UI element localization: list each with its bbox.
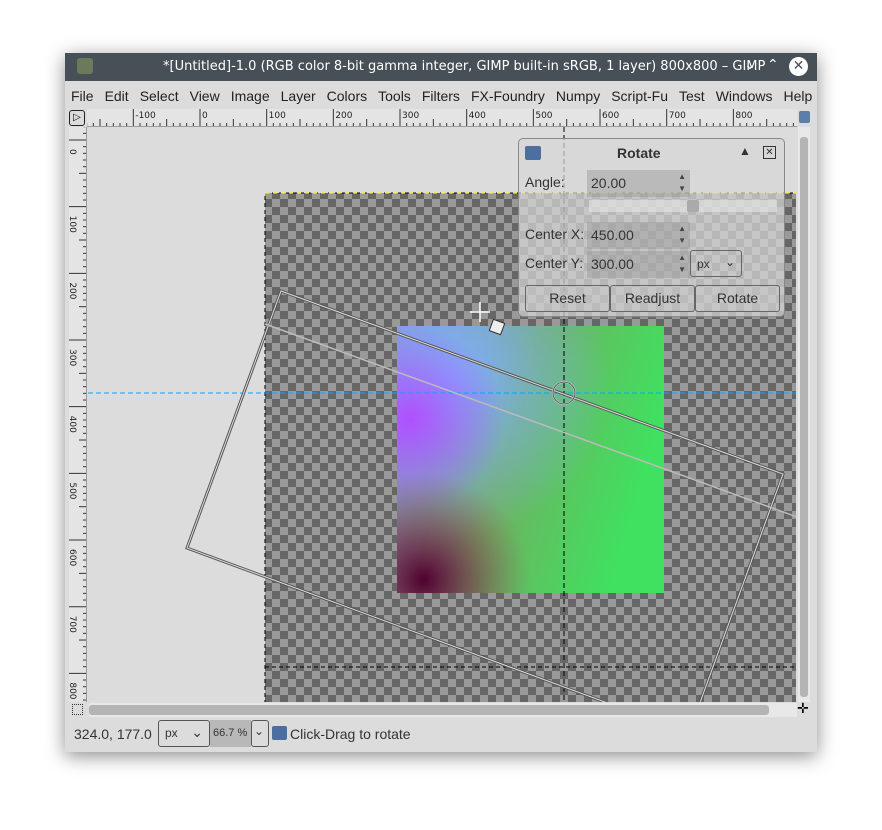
reset-button[interactable]: Reset xyxy=(525,285,610,312)
vertical-scrollbar[interactable] xyxy=(798,127,810,702)
readjust-button[interactable]: Readjust xyxy=(610,285,695,312)
ruler-label: 500 xyxy=(69,482,77,499)
chevron-down-icon: ⌄ xyxy=(724,255,735,269)
ruler-label: 600 xyxy=(69,549,77,566)
ruler-label: 700 xyxy=(669,111,686,121)
center-y-value: 300.00 xyxy=(591,256,634,272)
unit-value: px xyxy=(697,257,710,271)
menu-edit[interactable]: Edit xyxy=(99,81,134,109)
gimp-window: *[Untitled]-1.0 (RGB color 8-bit gamma i… xyxy=(65,53,817,752)
rotate-button[interactable]: Rotate xyxy=(695,285,780,312)
center-y-input[interactable]: 300.00 ▲ ▼ xyxy=(587,251,690,278)
menu-test[interactable]: Test xyxy=(673,81,710,109)
menu-help[interactable]: Help xyxy=(778,81,818,109)
angle-slider[interactable] xyxy=(589,200,777,212)
ruler-label: 800 xyxy=(735,111,752,121)
menu-image[interactable]: Image xyxy=(225,81,275,109)
status-bar: 324.0, 177.0 px ⌄ 66.7 % ⌄ Click-Drag to … xyxy=(65,720,817,750)
angle-label: Angle: xyxy=(525,174,565,190)
zoom-input[interactable]: 66.7 % xyxy=(210,720,251,747)
close-button[interactable]: ✕ xyxy=(789,57,808,76)
eject-icon[interactable]: ▲ xyxy=(739,144,751,158)
ruler-label: -100 xyxy=(135,111,156,121)
ruler-label: 200 xyxy=(335,111,352,121)
ruler-label: 500 xyxy=(535,111,552,121)
chevron-down-icon: ⌄ xyxy=(191,724,203,740)
spin-down-icon[interactable]: ▼ xyxy=(678,236,686,245)
ruler-label: 100 xyxy=(69,216,77,233)
menu-fx-foundry[interactable]: FX-Foundry xyxy=(465,81,550,109)
ruler-label: 200 xyxy=(69,282,77,299)
rotate-dialog: Rotate ▲ ✕ Angle: 20.00 ▲ ▼ Center X: 450.… xyxy=(518,138,785,317)
menu-script-fu[interactable]: Script-Fu xyxy=(605,81,673,109)
window-title: *[Untitled]-1.0 (RGB color 8-bit gamma i… xyxy=(163,59,766,74)
navigate-icon[interactable]: ✛ xyxy=(797,701,809,717)
angle-value: 20.00 xyxy=(591,175,627,191)
menu-tools[interactable]: Tools xyxy=(372,81,416,109)
ruler-label: 100 xyxy=(269,111,286,121)
menu-colors[interactable]: Colors xyxy=(321,81,372,109)
ruler-label: 300 xyxy=(69,349,77,366)
menu-file[interactable]: File xyxy=(65,81,99,109)
menu-numpy[interactable]: Numpy xyxy=(550,81,605,109)
quick-mask-toggle[interactable]: ▷ xyxy=(69,110,85,126)
ruler-label: 0 xyxy=(69,149,77,155)
ruler-label: 600 xyxy=(602,111,619,121)
ruler-label: 300 xyxy=(402,111,419,121)
unit-value: px xyxy=(165,726,178,740)
zoom-image-icon[interactable] xyxy=(799,111,810,123)
zoom-dropdown[interactable]: ⌄ xyxy=(251,720,269,747)
menu-select[interactable]: Select xyxy=(134,81,184,109)
spin-up-icon[interactable]: ▲ xyxy=(678,224,686,233)
status-message: Click-Drag to rotate xyxy=(290,726,411,742)
spin-up-icon[interactable]: ▲ xyxy=(678,172,686,181)
gimp-icon xyxy=(77,58,93,74)
spin-down-icon[interactable]: ▼ xyxy=(678,265,686,274)
ruler-label: 0 xyxy=(202,111,208,121)
center-x-value: 450.00 xyxy=(591,227,634,243)
layer-cloud xyxy=(397,326,664,593)
angle-input[interactable]: 20.00 ▲ ▼ xyxy=(587,170,690,197)
unit-select[interactable]: px ⌄ xyxy=(690,250,742,277)
horizontal-scrollbar[interactable] xyxy=(89,703,797,717)
menu-bar: File Edit Select View Image Layer Colors Tools F… xyxy=(65,81,817,109)
ruler-label: 700 xyxy=(69,616,77,633)
minimize-button[interactable]: ⌄ xyxy=(744,57,756,73)
ruler-label: 800 xyxy=(69,682,77,699)
spin-down-icon[interactable]: ▼ xyxy=(678,184,686,193)
title-bar: *[Untitled]-1.0 (RGB color 8-bit gamma i… xyxy=(65,53,817,81)
menu-view[interactable]: View xyxy=(184,81,225,109)
rotate-tool-icon xyxy=(525,146,541,160)
menu-windows[interactable]: Windows xyxy=(710,81,778,109)
center-x-label: Center X: xyxy=(525,226,585,242)
spin-up-icon[interactable]: ▲ xyxy=(678,253,686,262)
horizontal-ruler[interactable]: -100 0 100 200 300 400 500 600 700 800 xyxy=(87,109,797,127)
menu-layer[interactable]: Layer xyxy=(275,81,321,109)
dialog-title: Rotate xyxy=(617,145,661,161)
ruler-label: 400 xyxy=(69,416,77,433)
ruler-label: 400 xyxy=(469,111,486,121)
vertical-ruler[interactable]: 0 100 200 300 400 500 600 700 800 xyxy=(69,127,87,702)
slider-handle[interactable] xyxy=(687,200,699,212)
maximize-button[interactable]: ⌃ xyxy=(767,57,779,73)
rotate-tool-icon xyxy=(272,726,287,740)
toggle-quick-mask-icon[interactable] xyxy=(72,704,83,715)
zoom-value: 66.7 % xyxy=(213,727,248,739)
unit-select[interactable]: px ⌄ xyxy=(158,720,210,747)
scroll-thumb[interactable] xyxy=(89,705,769,715)
chevron-down-icon: ⌄ xyxy=(254,724,265,738)
scroll-thumb[interactable] xyxy=(800,137,808,697)
center-y-label: Center Y: xyxy=(525,255,584,271)
menu-filters[interactable]: Filters xyxy=(416,81,465,109)
center-x-input[interactable]: 450.00 ▲ ▼ xyxy=(587,222,690,249)
close-dialog-icon[interactable]: ✕ xyxy=(763,146,776,159)
pointer-coords: 324.0, 177.0 xyxy=(74,726,152,742)
